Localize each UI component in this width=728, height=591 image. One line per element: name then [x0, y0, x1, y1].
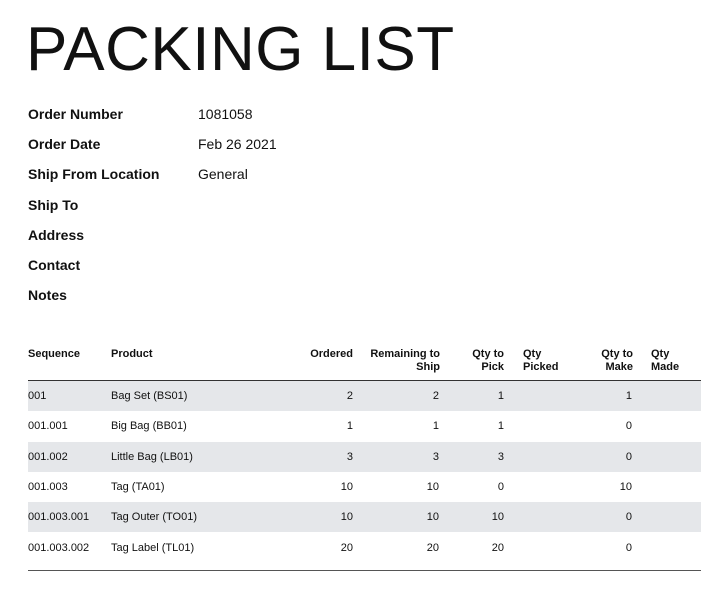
table-row: 001.001 Big Bag (BB01) 1 1 1 0 [28, 411, 701, 441]
table-row: 001.003.001 Tag Outer (TO01) 10 10 10 0 [28, 502, 701, 533]
table-row: 001.003 Tag (TA01) 10 10 0 10 [28, 472, 701, 502]
table-header: Sequence Product Ordered Remaining to Sh… [28, 346, 701, 381]
cell-qty-to-make: 0 [625, 511, 632, 524]
cell-product: Tag Label (TL01) [111, 541, 195, 554]
cell-qty-to-pick: 20 [491, 541, 504, 554]
table-body: 001 Bag Set (BS01) 2 2 1 1 001.001 Big Bag (BB0… [28, 381, 701, 563]
ship-from-label: Ship From Location [28, 166, 160, 183]
address-label: Address [28, 226, 85, 243]
cell-sequence: 001 [28, 390, 47, 403]
cell-sequence: 001.003.002 [28, 541, 90, 554]
ship-to-label: Ship To [28, 196, 79, 213]
order-details: Order Number 1081058 Order Date Feb 26 2… [28, 99, 428, 310]
ship-from-value: General [198, 166, 248, 183]
cell-remaining: 2 [432, 390, 439, 403]
cell-qty-to-make: 0 [625, 450, 632, 463]
cell-remaining: 1 [432, 420, 439, 433]
cell-qty-to-make: 1 [625, 390, 632, 403]
cell-product: Little Bag (LB01) [111, 450, 193, 463]
cell-sequence: 001.003.001 [28, 511, 90, 524]
header-sequence: Sequence [28, 348, 80, 360]
page-title: PACKING LIST [26, 15, 455, 84]
cell-qty-to-pick: 10 [491, 511, 504, 524]
cell-qty-to-pick: 3 [497, 450, 504, 463]
cell-ordered: 2 [346, 390, 353, 403]
contact-label: Contact [28, 257, 81, 274]
header-qty-made: Qty Made [651, 348, 680, 373]
contact-row: Contact [28, 250, 428, 280]
cell-qty-to-make: 0 [625, 420, 632, 433]
cell-product: Tag Outer (TO01) [111, 511, 197, 524]
packing-table: Sequence Product Ordered Remaining to Sh… [28, 346, 701, 563]
order-date-row: Order Date Feb 26 2021 [28, 129, 428, 159]
cell-ordered: 10 [340, 481, 353, 494]
cell-sequence: 001.002 [28, 450, 68, 463]
cell-qty-to-pick: 1 [497, 420, 504, 433]
table-bottom-rule [28, 570, 701, 571]
cell-ordered: 20 [340, 541, 353, 554]
order-date-value: Feb 26 2021 [198, 136, 277, 153]
header-qty-picked: Qty Picked [523, 348, 559, 373]
cell-product: Bag Set (BS01) [111, 390, 188, 403]
notes-label: Notes [28, 287, 67, 304]
ship-from-row: Ship From Location General [28, 159, 428, 189]
cell-ordered: 10 [340, 511, 353, 524]
table-row: 001.002 Little Bag (LB01) 3 3 3 0 [28, 441, 701, 472]
cell-ordered: 3 [346, 450, 353, 463]
cell-remaining: 10 [426, 481, 439, 494]
notes-row: Notes [28, 280, 428, 310]
address-row: Address [28, 220, 428, 250]
cell-product: Big Bag (BB01) [111, 420, 187, 433]
header-remaining: Remaining to Ship [370, 348, 440, 373]
header-qty-to-pick: Qty to Pick [472, 348, 504, 373]
cell-qty-to-make: 10 [619, 481, 632, 494]
cell-ordered: 1 [346, 420, 353, 433]
table-row: 001 Bag Set (BS01) 2 2 1 1 [28, 381, 701, 412]
header-ordered: Ordered [310, 348, 353, 360]
cell-qty-to-make: 0 [625, 541, 632, 554]
ship-to-row: Ship To [28, 190, 428, 220]
cell-remaining: 3 [432, 450, 439, 463]
table-row: 001.003.002 Tag Label (TL01) 20 20 20 0 [28, 532, 701, 562]
order-date-label: Order Date [28, 136, 101, 153]
cell-sequence: 001.003 [28, 481, 68, 494]
cell-sequence: 001.001 [28, 420, 68, 433]
header-qty-to-make: Qty to Make [601, 348, 633, 373]
order-number-label: Order Number [28, 106, 123, 123]
order-number-row: Order Number 1081058 [28, 99, 428, 129]
cell-qty-to-pick: 1 [497, 390, 504, 403]
cell-product: Tag (TA01) [111, 481, 165, 494]
cell-remaining: 20 [426, 541, 439, 554]
cell-remaining: 10 [426, 511, 439, 524]
order-number-value: 1081058 [198, 106, 253, 123]
header-product: Product [111, 348, 153, 360]
cell-qty-to-pick: 0 [497, 481, 504, 494]
